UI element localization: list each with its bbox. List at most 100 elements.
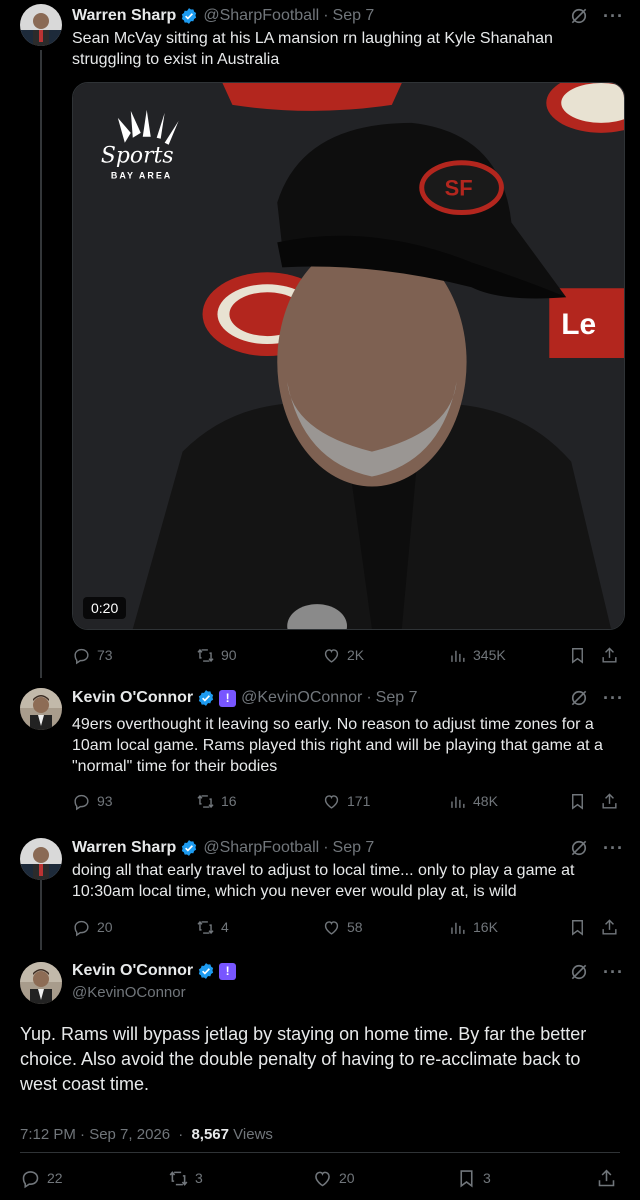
network-logo-subtext: BAY AREA bbox=[111, 171, 172, 181]
share-icon bbox=[602, 646, 617, 663]
tweet-time[interactable]: Sep 7 bbox=[333, 839, 375, 857]
repost-button[interactable]: 16 bbox=[196, 792, 237, 811]
tweet-meta: 7:12 PM · Sep 7, 2026 · 8,567 Views bbox=[20, 1126, 273, 1143]
views-button[interactable]: 345K bbox=[448, 646, 506, 665]
reply-count: 22 bbox=[47, 1170, 63, 1186]
like-button[interactable]: 58 bbox=[322, 918, 363, 937]
repost-count: 90 bbox=[221, 646, 237, 663]
like-button[interactable]: 171 bbox=[322, 792, 370, 811]
tweet-time[interactable]: Sep 7 bbox=[376, 689, 418, 707]
share-icon bbox=[602, 792, 617, 809]
bookmark-button[interactable] bbox=[568, 918, 587, 937]
more-icon[interactable]: ··· bbox=[603, 689, 624, 707]
author-handle[interactable]: @KevinOConnor bbox=[72, 984, 236, 1001]
tweet[interactable]: Warren Sharp @SharpFootball · Sep 7 ··· … bbox=[0, 4, 640, 674]
repost-button[interactable]: 3 bbox=[168, 1168, 203, 1189]
like-icon bbox=[315, 1171, 330, 1187]
like-button[interactable]: 2K bbox=[322, 646, 364, 665]
like-count: 58 bbox=[347, 918, 363, 935]
like-count: 2K bbox=[347, 646, 365, 663]
reply-count: 73 bbox=[97, 646, 113, 663]
author-name[interactable]: Kevin O'Connor bbox=[72, 962, 193, 980]
views-icon bbox=[451, 796, 465, 808]
reply-button[interactable]: 73 bbox=[72, 646, 113, 665]
cap-logo: SF bbox=[445, 176, 473, 201]
like-count: 20 bbox=[339, 1170, 355, 1186]
tweet-timestamp[interactable]: 7:12 PM · Sep 7, 2026 bbox=[20, 1126, 170, 1143]
like-icon bbox=[324, 920, 339, 935]
views-count: 48K bbox=[473, 792, 498, 809]
reply-button[interactable]: 93 bbox=[72, 792, 113, 811]
repost-count: 3 bbox=[195, 1170, 203, 1186]
like-button[interactable]: 20 bbox=[312, 1168, 355, 1189]
grok-icon[interactable] bbox=[569, 962, 589, 982]
author-name[interactable]: Warren Sharp bbox=[72, 839, 176, 857]
network-logo-text: Sports bbox=[101, 144, 174, 169]
repost-button[interactable]: 90 bbox=[196, 646, 237, 665]
video-thumbnail: Le SF Sports BAY AREA bbox=[73, 83, 624, 629]
repost-count: 16 bbox=[221, 792, 237, 809]
share-button[interactable] bbox=[600, 792, 619, 811]
views-button[interactable]: 48K bbox=[448, 792, 498, 811]
avatar[interactable] bbox=[20, 688, 62, 730]
tweet-time[interactable]: Sep 7 bbox=[333, 7, 375, 25]
video-duration: 0:20 bbox=[83, 597, 127, 619]
more-icon[interactable]: ··· bbox=[603, 7, 624, 25]
grok-icon[interactable] bbox=[569, 838, 589, 858]
verified-icon bbox=[180, 7, 198, 25]
reply-icon bbox=[74, 794, 89, 810]
tweet[interactable]: Warren Sharp @SharpFootball · Sep 7 ··· … bbox=[0, 836, 640, 946]
tweet-text: doing all that early travel to adjust to… bbox=[72, 862, 575, 900]
author-name[interactable]: Kevin O'Connor bbox=[72, 689, 193, 707]
views-button[interactable]: 16K bbox=[448, 918, 498, 937]
divider bbox=[20, 1152, 620, 1153]
more-icon[interactable]: ··· bbox=[603, 839, 624, 857]
grok-icon[interactable] bbox=[569, 6, 589, 26]
bookmark-icon bbox=[572, 919, 583, 936]
views-count: 345K bbox=[473, 646, 506, 663]
tweet-text: Sean McVay sitting at his LA mansion rn … bbox=[72, 30, 553, 68]
repost-icon bbox=[197, 794, 214, 808]
bookmark-button[interactable] bbox=[568, 792, 587, 811]
avatar[interactable] bbox=[20, 4, 62, 46]
author-handle[interactable]: @KevinOConnor bbox=[241, 689, 362, 707]
author-handle[interactable]: @SharpFootball bbox=[203, 7, 319, 25]
reply-icon bbox=[74, 648, 89, 664]
reply-button[interactable]: 22 bbox=[20, 1168, 63, 1189]
bookmark-count: 3 bbox=[483, 1170, 491, 1186]
more-icon[interactable]: ··· bbox=[603, 963, 624, 981]
like-icon bbox=[324, 648, 339, 663]
affiliate-badge-icon[interactable]: ! bbox=[219, 689, 237, 707]
share-button[interactable] bbox=[596, 1168, 617, 1189]
verified-icon bbox=[180, 839, 198, 857]
bookmark-button[interactable]: 3 bbox=[456, 1168, 491, 1189]
repost-icon bbox=[197, 920, 214, 934]
verified-icon bbox=[197, 962, 215, 980]
views-total: 8,567 bbox=[191, 1126, 229, 1143]
author-name[interactable]: Warren Sharp bbox=[72, 7, 176, 25]
grok-icon[interactable] bbox=[569, 688, 589, 708]
separator-dot: · bbox=[323, 839, 329, 856]
avatar[interactable] bbox=[20, 838, 62, 880]
reply-button[interactable]: 20 bbox=[72, 918, 113, 937]
reply-count: 20 bbox=[97, 918, 113, 935]
video-player[interactable]: Le SF Sports BAY AREA 0:20 bbox=[72, 82, 625, 630]
share-icon bbox=[598, 1169, 615, 1187]
repost-button[interactable]: 4 bbox=[196, 918, 229, 937]
share-button[interactable] bbox=[600, 918, 619, 937]
separator-dot: · bbox=[178, 1126, 184, 1143]
avatar[interactable] bbox=[20, 962, 62, 1004]
verified-icon bbox=[197, 689, 215, 707]
tweet[interactable]: Kevin O'Connor ! @KevinOConnor · Sep 7 ·… bbox=[0, 686, 640, 816]
share-button[interactable] bbox=[600, 646, 619, 665]
like-count: 171 bbox=[347, 792, 371, 809]
views-count: 16K bbox=[473, 918, 498, 935]
author-handle[interactable]: @SharpFootball bbox=[203, 839, 319, 857]
views-icon bbox=[451, 650, 465, 662]
separator-dot: · bbox=[323, 7, 329, 24]
tweet-text: 49ers overthought it leaving so early. N… bbox=[72, 716, 603, 775]
bookmark-button[interactable] bbox=[568, 646, 587, 665]
bookmark-icon bbox=[572, 647, 583, 664]
main-tweet: Kevin O'Connor ! @KevinOConnor ··· Yup. … bbox=[0, 960, 640, 1200]
affiliate-badge-icon[interactable]: ! bbox=[219, 962, 237, 980]
